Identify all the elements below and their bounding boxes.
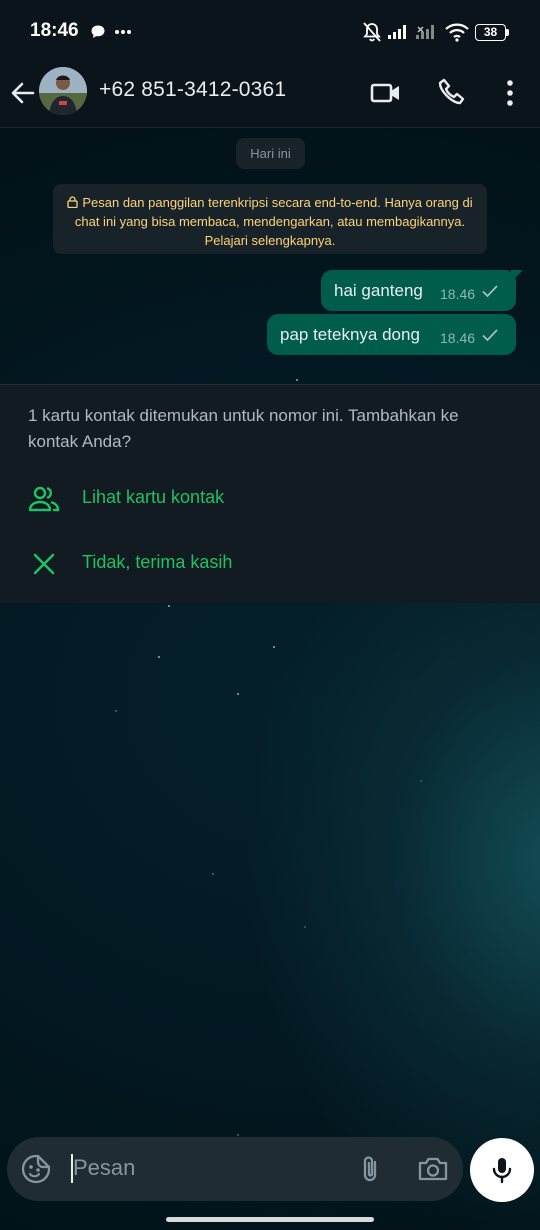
message-text: pap teteknya dong bbox=[280, 325, 420, 344]
view-contact-card-button[interactable]: Lihat kartu kontak bbox=[0, 471, 540, 527]
chat-header: +62 851-3412-0361 bbox=[0, 62, 540, 128]
battery-icon: 38 bbox=[475, 24, 509, 41]
sent-tick-icon bbox=[482, 329, 498, 342]
chat-bubble-icon bbox=[91, 25, 105, 38]
message-text: hai ganteng bbox=[334, 281, 423, 300]
view-contact-card-label: Lihat kartu kontak bbox=[82, 487, 225, 507]
bell-muted-icon bbox=[363, 22, 381, 42]
contact-card-prompt: 1 kartu kontak ditemukan untuk nomor ini… bbox=[0, 384, 540, 603]
message-input[interactable]: Pesan bbox=[73, 1155, 135, 1181]
voice-message-button[interactable] bbox=[470, 1138, 534, 1202]
wifi-icon bbox=[445, 23, 469, 42]
message-time: 18.46 bbox=[440, 330, 476, 346]
dismiss-button[interactable]: Tidak, terima kasih bbox=[0, 536, 540, 592]
signal-no-service-icon bbox=[416, 25, 434, 39]
status-bar: 18:46 38 bbox=[0, 0, 540, 62]
more-dots-icon bbox=[115, 30, 131, 34]
camera-icon[interactable] bbox=[417, 1153, 449, 1185]
people-icon bbox=[28, 486, 60, 512]
sticker-icon[interactable] bbox=[20, 1153, 52, 1185]
battery-level: 38 bbox=[483, 25, 498, 39]
chat-screen: 18:46 38 +62 851-3412-0361 Hari ini Pesa… bbox=[0, 0, 540, 1230]
date-chip: Hari ini bbox=[236, 138, 305, 169]
message-time: 18.46 bbox=[440, 286, 476, 302]
encryption-notice[interactable]: Pesan dan panggilan terenkripsi secara e… bbox=[53, 184, 487, 254]
bubble-tail bbox=[511, 270, 523, 282]
contact-name[interactable]: +62 851-3412-0361 bbox=[99, 78, 286, 102]
status-time: 18:46 bbox=[30, 20, 79, 41]
sent-tick-icon bbox=[482, 285, 498, 298]
prompt-text: 1 kartu kontak ditemukan untuk nomor ini… bbox=[28, 406, 459, 451]
back-arrow-icon[interactable] bbox=[8, 78, 38, 108]
video-call-icon[interactable] bbox=[369, 76, 403, 110]
dismiss-label: Tidak, terima kasih bbox=[82, 552, 233, 572]
attach-icon[interactable] bbox=[354, 1153, 386, 1185]
close-icon bbox=[33, 553, 55, 575]
lock-icon bbox=[67, 196, 79, 208]
microphone-icon bbox=[492, 1158, 512, 1184]
signal-icon bbox=[388, 25, 406, 39]
voice-call-icon[interactable] bbox=[435, 76, 469, 110]
avatar[interactable] bbox=[39, 67, 87, 115]
encryption-notice-text: Pesan dan panggilan terenkripsi secara e… bbox=[74, 195, 473, 248]
overflow-menu-icon[interactable] bbox=[493, 76, 527, 110]
message-bubble[interactable]: hai ganteng 18.46 bbox=[321, 270, 523, 311]
home-indicator[interactable] bbox=[166, 1217, 374, 1222]
message-composer: Pesan bbox=[7, 1137, 463, 1201]
message-bubble[interactable]: pap teteknya dong 18.46 bbox=[267, 314, 516, 355]
